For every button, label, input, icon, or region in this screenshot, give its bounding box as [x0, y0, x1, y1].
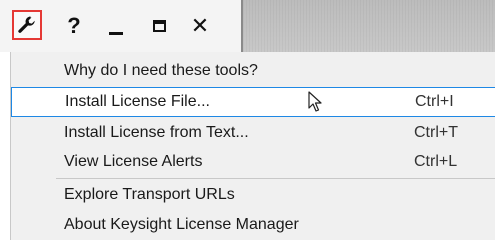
menu-item-label: Install License File...: [65, 93, 210, 110]
wrench-icon: [18, 16, 35, 33]
menu-item-shortcut: Ctrl+T: [414, 124, 458, 141]
menu-item-label: Install License from Text...: [64, 124, 249, 141]
menu-separator: [56, 178, 495, 179]
close-button[interactable]: ✕: [184, 12, 216, 40]
menu-item-about[interactable]: About Keysight License Manager: [11, 210, 495, 240]
minimize-button[interactable]: [100, 12, 132, 40]
menu-item-install-license-text[interactable]: Install License from Text... Ctrl+T: [11, 118, 495, 148]
menu-item-why-tools[interactable]: Why do I need these tools?: [11, 56, 495, 86]
menu-item-install-license-file[interactable]: Install License File... Ctrl+I: [11, 87, 495, 117]
menu-item-label: Why do I need these tools?: [64, 62, 258, 79]
menu-item-explore-transport-urls[interactable]: Explore Transport URLs: [11, 180, 495, 210]
mouse-cursor-icon: [308, 91, 322, 112]
menu-item-view-license-alerts[interactable]: View License Alerts Ctrl+L: [11, 147, 495, 177]
tools-button[interactable]: [12, 10, 42, 40]
close-icon: ✕: [190, 13, 210, 38]
menu-item-label: View License Alerts: [64, 153, 203, 170]
help-icon: ?: [67, 13, 81, 38]
menu-item-label: Explore Transport URLs: [64, 186, 235, 203]
maximize-button[interactable]: [143, 12, 175, 40]
background-window-area: [243, 0, 495, 52]
menu-item-shortcut: Ctrl+L: [414, 153, 458, 170]
help-button[interactable]: ?: [58, 12, 90, 40]
tools-menu: Why do I need these tools? Install Licen…: [10, 52, 495, 240]
menu-item-shortcut: Ctrl+I: [415, 93, 454, 110]
menu-item-label: About Keysight License Manager: [64, 216, 299, 233]
maximize-icon: [152, 20, 166, 32]
toolbar: ? ✕: [0, 0, 243, 52]
minimize-icon: [109, 31, 123, 35]
